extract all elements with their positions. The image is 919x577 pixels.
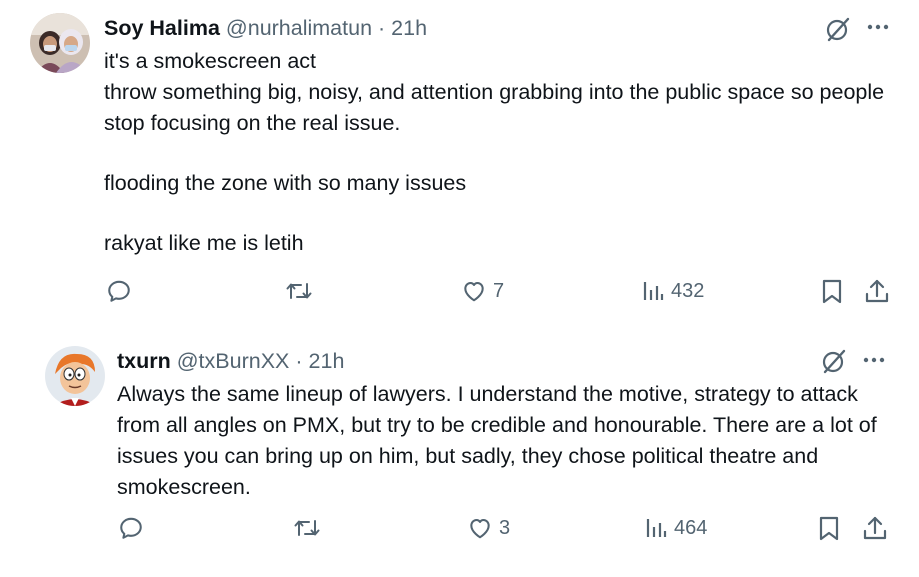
bookmark-button[interactable] (817, 515, 841, 543)
separator-dot: · (378, 16, 386, 40)
bookmark-button[interactable] (820, 278, 844, 306)
heart-icon (470, 518, 490, 539)
timestamp[interactable]: 21h (391, 16, 427, 40)
tweet-paragraph: it's a smokescreen act throw something b… (104, 49, 885, 135)
avatar-cartoon-icon (45, 346, 105, 406)
views-button[interactable]: 464 (644, 515, 707, 541)
reply-icon (120, 517, 142, 539)
views-count: 432 (671, 280, 705, 302)
separator-dot: · (295, 349, 303, 373)
views-button[interactable]: 432 (641, 278, 704, 304)
share-icon (863, 516, 887, 540)
timestamp[interactable]: 21h (309, 349, 345, 373)
like-button[interactable]: 3 (467, 515, 510, 541)
reply-icon (108, 280, 130, 302)
tweet-header: txurn @txBurnXX · 21h (117, 347, 344, 375)
grok-icon[interactable] (820, 347, 848, 375)
like-button[interactable]: 7 (461, 278, 504, 304)
avatar-photo-icon (30, 13, 90, 73)
avatar[interactable] (30, 13, 90, 73)
tweet-actions: 3 464 (20, 515, 910, 545)
like-count: 3 (499, 517, 511, 539)
tweet-header: Soy Halima @nurhalimatun · 21h (104, 14, 427, 42)
bookmark-icon (822, 279, 842, 304)
more-options-icon[interactable] (866, 17, 890, 37)
reply-button[interactable] (118, 515, 144, 541)
display-name[interactable]: txurn (117, 349, 171, 373)
retweet-icon (294, 520, 320, 536)
tweet-text: it's a smokescreen act throw something b… (104, 46, 904, 259)
views-icon (643, 282, 664, 300)
like-count: 7 (493, 280, 505, 302)
avatar[interactable] (45, 346, 105, 406)
display-name[interactable]: Soy Halima (104, 16, 220, 40)
user-handle[interactable]: @txBurnXX (177, 349, 290, 373)
tweet-text: Always the same lineup of lawyers. I und… (117, 379, 902, 503)
tweet-paragraph: rakyat like me is letih (104, 231, 304, 255)
views-count: 464 (674, 517, 708, 539)
grok-icon[interactable] (824, 15, 852, 43)
tweet[interactable]: txurn @txBurnXX · 21h Always the same li… (20, 330, 910, 552)
user-handle[interactable]: @nurhalimatun (226, 16, 372, 40)
more-options-icon[interactable] (862, 350, 886, 370)
views-icon (646, 519, 667, 537)
tweet[interactable]: Soy Halima @nurhalimatun · 21h it's a sm… (0, 0, 919, 318)
reply-button[interactable] (106, 278, 132, 304)
share-icon (865, 279, 889, 303)
heart-icon (464, 281, 484, 302)
share-button[interactable] (864, 278, 890, 306)
tweet-paragraph: Always the same lineup of lawyers. I und… (117, 382, 877, 499)
share-button[interactable] (862, 515, 888, 543)
bookmark-icon (819, 516, 839, 541)
retweet-button[interactable] (285, 278, 313, 304)
retweet-button[interactable] (293, 515, 321, 541)
retweet-icon (286, 283, 312, 299)
tweet-actions: 7 432 (0, 278, 919, 308)
tweet-paragraph: flooding the zone with so many issues (104, 171, 467, 195)
